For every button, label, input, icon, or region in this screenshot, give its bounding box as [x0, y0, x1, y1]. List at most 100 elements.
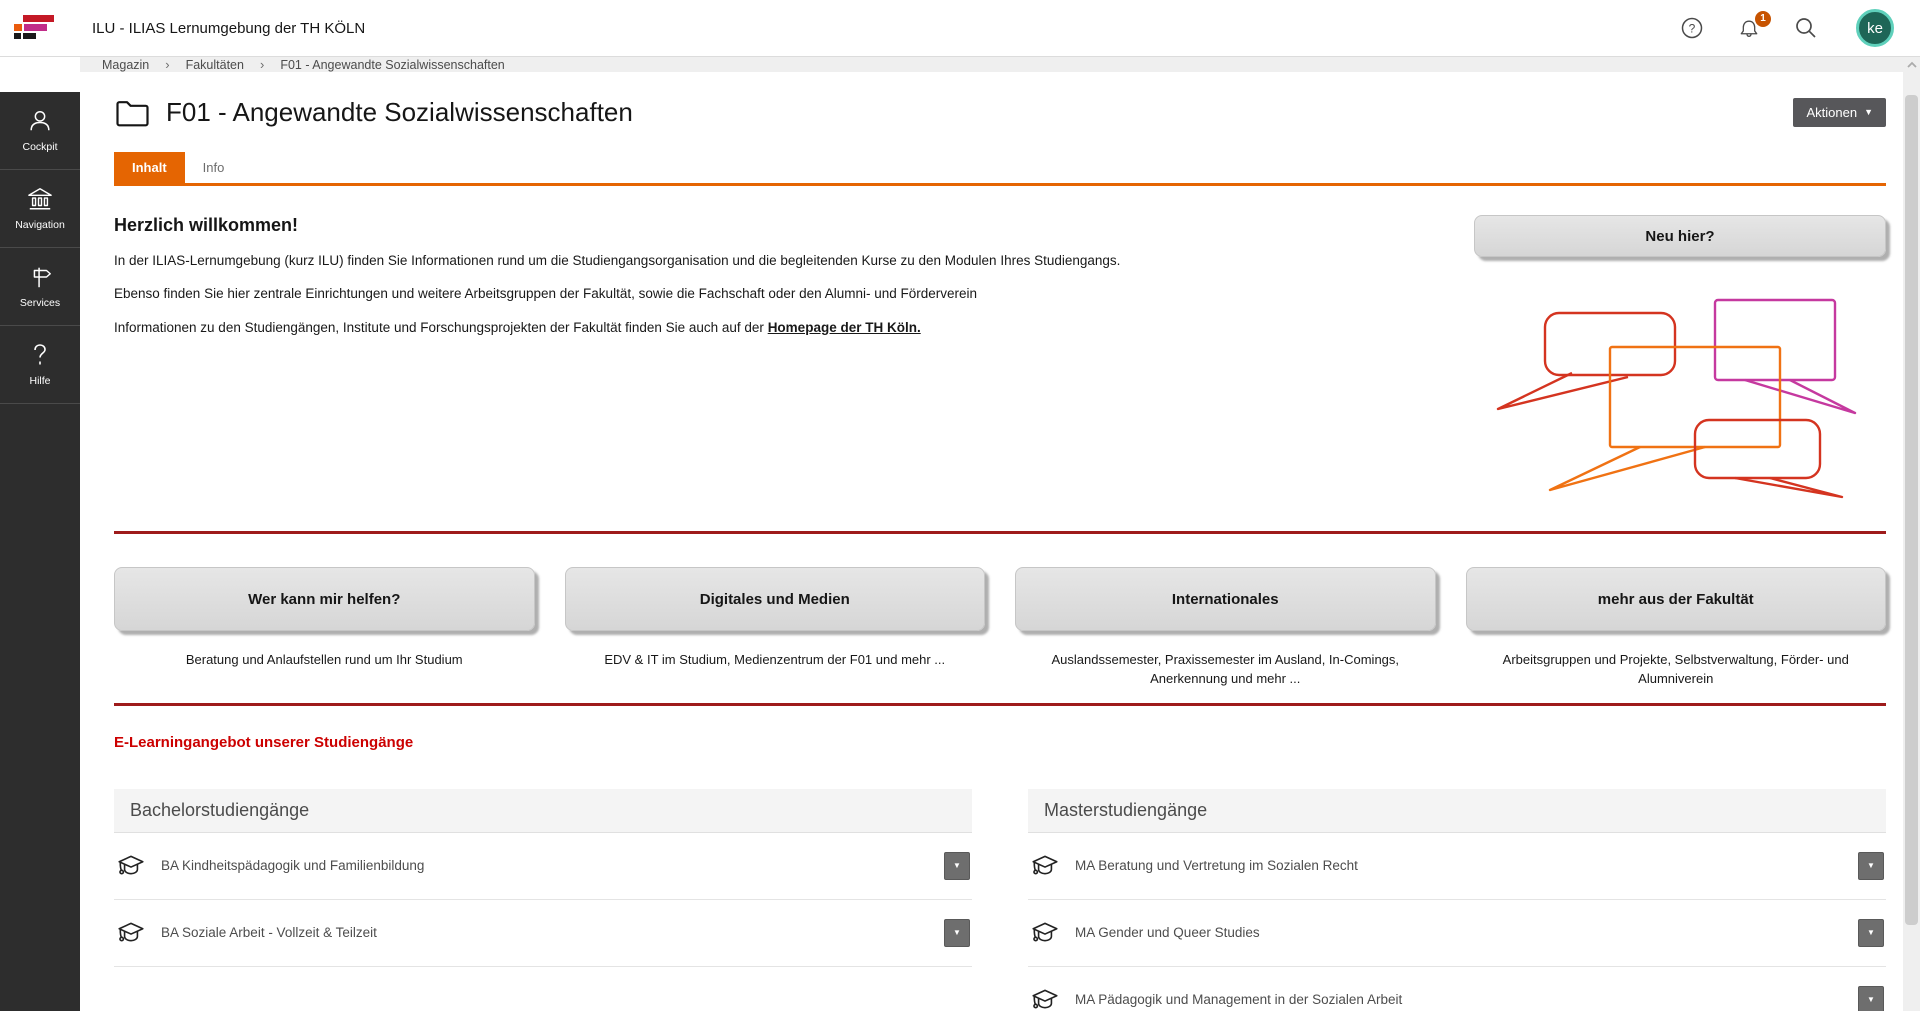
course-columns: Bachelorstudiengänge BA Kindheitspädagog…	[114, 789, 1886, 1011]
help-icon[interactable]: ?	[1680, 16, 1704, 40]
bachelor-panel: Bachelorstudiengänge BA Kindheitspädagog…	[114, 789, 972, 1011]
scrollbar-thumb[interactable]	[1905, 95, 1918, 925]
topbar: ILU - ILIAS Lernumgebung der TH KÖLN ? 1…	[0, 0, 1920, 57]
sidebar-item-label: Services	[20, 297, 60, 309]
elearning-heading: E-Learningangebot unserer Studiengänge	[114, 734, 1886, 751]
graduation-cap-icon	[1030, 918, 1060, 948]
welcome-paragraph: Ebenso finden Sie hier zentrale Einricht…	[114, 284, 1430, 304]
sidebar: Cockpit Navigation	[0, 57, 80, 1011]
course-link[interactable]: MA Beratung und Vertretung im Sozialen R…	[1075, 858, 1843, 873]
person-icon	[27, 108, 53, 134]
logo-bar-orange	[14, 24, 22, 31]
course-row: BA Soziale Arbeit - Vollzeit & Teilzeit	[114, 900, 972, 967]
quicklink: Wer kann mir helfen? Beratung und Anlauf…	[114, 567, 535, 689]
sidebar-item-label: Navigation	[15, 219, 65, 231]
homepage-link[interactable]: Homepage der TH Köln.	[768, 320, 921, 335]
tab-info[interactable]: Info	[185, 152, 243, 183]
quicklink-caption: Arbeitsgruppen und Projekte, Selbstverwa…	[1466, 651, 1887, 689]
notifications-bell-icon[interactable]: 1	[1736, 16, 1762, 41]
breadcrumb-item[interactable]: Fakultäten	[186, 58, 244, 72]
quicklink-caption: Auslandssemester, Praxissemester im Ausl…	[1015, 651, 1436, 689]
bank-icon	[25, 186, 55, 212]
course-row: MA Beratung und Vertretung im Sozialen R…	[1028, 833, 1886, 900]
logo-bar-magenta	[24, 24, 47, 31]
scroll-up-arrow[interactable]	[1903, 57, 1920, 73]
topbar-actions: ? 1 ke	[1680, 9, 1894, 47]
caret-down-icon	[953, 862, 961, 870]
red-divider	[114, 703, 1886, 706]
caret-down-icon	[1867, 996, 1875, 1004]
chevron-right-icon: ›	[165, 57, 169, 72]
sidebar-item-services[interactable]: Services	[0, 248, 80, 326]
scrollbar[interactable]	[1903, 57, 1920, 1011]
caret-down-icon	[953, 929, 961, 937]
quicklink: Digitales und Medien EDV & IT im Studium…	[565, 567, 986, 689]
folder-icon	[114, 97, 151, 128]
tabs: Inhalt Info	[114, 152, 1886, 186]
app-title: ILU - ILIAS Lernumgebung der TH KÖLN	[92, 20, 1680, 37]
avatar[interactable]: ke	[1856, 9, 1894, 47]
course-link[interactable]: MA Gender und Queer Studies	[1075, 925, 1843, 940]
question-icon	[28, 342, 52, 368]
breadcrumb-item[interactable]: F01 - Angewandte Sozialwissenschaften	[280, 58, 504, 72]
panel-title: Masterstudiengänge	[1028, 789, 1886, 833]
quicklink-button[interactable]: mehr aus der Fakultät	[1466, 567, 1887, 631]
quicklink-button[interactable]: Internationales	[1015, 567, 1436, 631]
red-divider	[114, 531, 1886, 534]
search-icon[interactable]	[1794, 16, 1818, 40]
svg-text:?: ?	[1689, 22, 1696, 36]
graduation-cap-icon	[116, 918, 146, 948]
panel-title: Bachelorstudiengänge	[114, 789, 972, 833]
quicklink-button[interactable]: Digitales und Medien	[565, 567, 986, 631]
welcome-section: Herzlich willkommen! In der ILIAS-Lernum…	[114, 215, 1886, 500]
course-dropdown-button[interactable]	[1858, 986, 1884, 1011]
chevron-right-icon: ›	[260, 57, 264, 72]
course-dropdown-button[interactable]	[944, 919, 970, 947]
course-dropdown-button[interactable]	[944, 852, 970, 880]
welcome-paragraph-text: Informationen zu den Studiengängen, Inst…	[114, 320, 768, 335]
logo-bar-black	[14, 33, 21, 39]
course-row: MA Gender und Queer Studies	[1028, 900, 1886, 967]
breadcrumb: Magazin › Fakultäten › F01 - Angewandte …	[80, 57, 1920, 72]
sidebar-item-cockpit[interactable]: Cockpit	[0, 92, 80, 170]
notification-badge: 1	[1755, 11, 1771, 27]
page-title: F01 - Angewandte Sozialwissenschaften	[166, 97, 1778, 128]
graduation-cap-icon	[1030, 985, 1060, 1011]
course-row: BA Kindheitspädagogik und Familienbildun…	[114, 833, 972, 900]
page-header: F01 - Angewandte Sozialwissenschaften Ak…	[114, 97, 1886, 128]
sidebar-item-label: Cockpit	[22, 141, 57, 153]
caret-down-icon	[1867, 862, 1875, 870]
signpost-icon	[27, 264, 53, 290]
course-link[interactable]: MA Pädagogik und Management in der Sozia…	[1075, 992, 1843, 1007]
welcome-heading: Herzlich willkommen!	[114, 215, 1430, 236]
logo-bar-red	[23, 15, 54, 22]
caret-down-icon	[1867, 929, 1875, 937]
master-panel: Masterstudiengänge MA Beratung und Vertr…	[1028, 789, 1886, 1011]
quicklink-caption: EDV & IT im Studium, Medienzentrum der F…	[565, 651, 986, 670]
quicklink: Internationales Auslandssemester, Praxis…	[1015, 567, 1436, 689]
graduation-cap-icon	[1030, 851, 1060, 881]
course-row: MA Pädagogik und Management in der Sozia…	[1028, 967, 1886, 1011]
caret-down-icon	[1864, 108, 1873, 117]
tab-inhalt[interactable]: Inhalt	[114, 152, 185, 183]
sidebar-item-navigation[interactable]: Navigation	[0, 170, 80, 248]
breadcrumb-item[interactable]: Magazin	[102, 58, 149, 72]
speech-bubbles-illustration	[1474, 285, 1886, 500]
welcome-paragraph: Informationen zu den Studiengängen, Inst…	[114, 318, 1430, 338]
quicklinks-grid: Wer kann mir helfen? Beratung und Anlauf…	[114, 567, 1886, 689]
th-koeln-logo[interactable]	[14, 15, 62, 41]
neu-hier-button[interactable]: Neu hier?	[1474, 215, 1886, 257]
welcome-paragraph: In der ILIAS-Lernumgebung (kurz ILU) fin…	[114, 251, 1430, 271]
quicklink-caption: Beratung und Anlaufstellen rund um Ihr S…	[114, 651, 535, 670]
course-dropdown-button[interactable]	[1858, 852, 1884, 880]
quicklink: mehr aus der Fakultät Arbeitsgruppen und…	[1466, 567, 1887, 689]
course-link[interactable]: BA Kindheitspädagogik und Familienbildun…	[161, 858, 929, 873]
sidebar-item-label: Hilfe	[29, 375, 50, 387]
course-dropdown-button[interactable]	[1858, 919, 1884, 947]
sidebar-item-hilfe[interactable]: Hilfe	[0, 326, 80, 404]
graduation-cap-icon	[116, 851, 146, 881]
actions-button[interactable]: Aktionen	[1793, 98, 1886, 127]
quicklink-button[interactable]: Wer kann mir helfen?	[114, 567, 535, 631]
course-link[interactable]: BA Soziale Arbeit - Vollzeit & Teilzeit	[161, 925, 929, 940]
logo-bar-black	[23, 33, 36, 39]
